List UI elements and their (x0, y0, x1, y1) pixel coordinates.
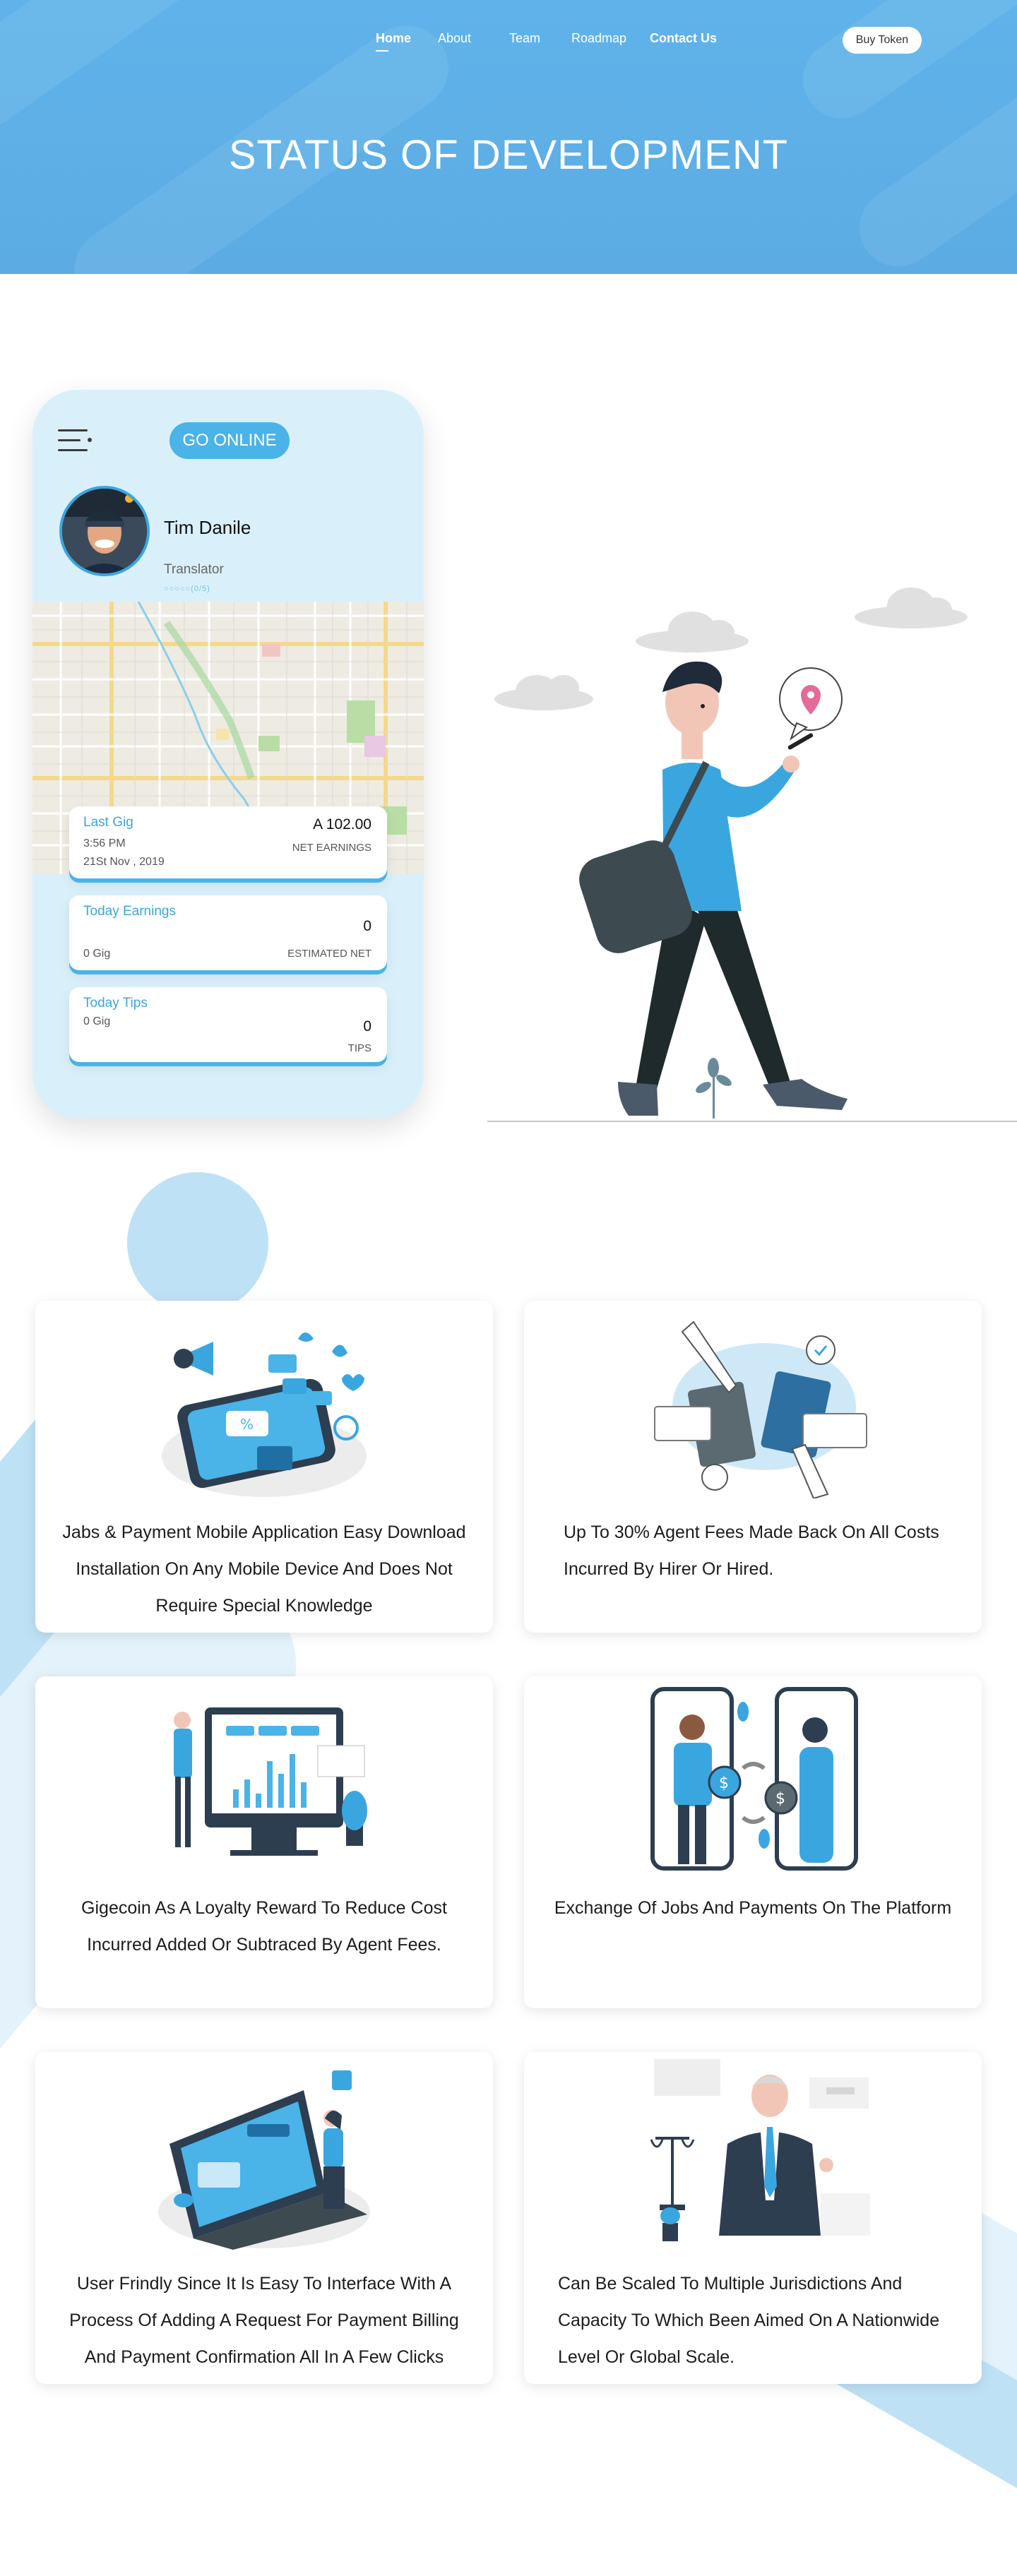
phones-payment-illustration: $ $ (650, 1687, 858, 1871)
phone-mockup: GO ONLINE Tim Danile Translator ○○○○○(0/… (32, 390, 424, 1119)
feature-line: Capacity To Which Been Aimed On A Nation… (558, 2310, 940, 2330)
feature-line: Jabs & Payment Mobile Application Easy D… (62, 1522, 466, 1542)
feature-text: Can Be Scaled To Multiple Jurisdictions … (558, 2265, 958, 2375)
estimated-net-label: ESTIMATED NET (287, 948, 371, 960)
feature-card-6: Can Be Scaled To Multiple Jurisdictions … (524, 2052, 982, 2384)
today-earnings-card[interactable]: Today Earnings 0 0 Gig ESTIMATED NET (69, 895, 387, 970)
profile-role: Translator (164, 562, 224, 577)
feature-line: Installation On Any Mobile Device And Do… (76, 1559, 453, 1579)
feature-card-2: Up To 30% Agent Fees Made Back On All Co… (524, 1301, 982, 1633)
go-online-button[interactable]: GO ONLINE (170, 422, 290, 459)
feature-line: Up To 30% Agent Fees Made Back On All Co… (564, 1522, 939, 1542)
tips-label: TIPS (347, 1042, 371, 1054)
feature-card-5: User Frindly Since It Is Easy To Interfa… (35, 2052, 493, 2384)
avatar (59, 486, 150, 576)
today-earnings-gigs: 0 Gig (83, 948, 111, 960)
feature-line: User Frindly Since It Is Easy To Interfa… (76, 2274, 452, 2294)
rating-stars: ○○○○○(0/5) (164, 585, 210, 593)
nav-home[interactable]: Home (376, 31, 411, 52)
hero-section: Home About Team Roadmap Contact Us Buy T… (0, 0, 1017, 274)
nav-roadmap[interactable]: Roadmap (571, 31, 626, 46)
main-nav: Home About Team Roadmap Contact Us Buy T… (0, 27, 1017, 54)
feature-line: Require Special Knowledge (155, 1596, 373, 1616)
feature-text: Jabs & Payment Mobile Application Easy D… (59, 1514, 469, 1624)
feature-text: Gigecoin As A Loyalty Reward To Reduce C… (59, 1890, 469, 1963)
svg-text:%: % (240, 1416, 254, 1433)
today-tips-gigs: 0 Gig (83, 1015, 111, 1027)
feature-line: Can Be Scaled To Multiple Jurisdictions … (558, 2274, 903, 2294)
money-exchange-illustration (654, 1320, 867, 1498)
feature-text: Exchange Of Jobs And Payments On The Pla… (548, 1890, 958, 1926)
walking-man-illustration (480, 579, 1017, 1130)
today-tips-card[interactable]: Today Tips 0 Gig 0 TIPS (69, 987, 387, 1062)
page-title: STATUS OF DEVELOPMENT (228, 132, 789, 178)
today-earnings-label: Today Earnings (83, 904, 176, 919)
feature-line: Incurred By Hirer Or Hired. (564, 1559, 774, 1579)
today-earnings-value: 0 (363, 918, 371, 934)
nav-contact-us[interactable]: Contact Us (650, 31, 717, 46)
feature-line: And Payment Confirmation All In A Few Cl… (84, 2347, 444, 2367)
laptop-interface-illustration (158, 2070, 370, 2250)
feature-line: Level Or Global Scale. (558, 2347, 735, 2367)
last-gig-amount: A 102.00 (313, 816, 371, 833)
feature-card-1: % Jabs & Payment Mobile Application Easy… (35, 1301, 493, 1633)
background-decoration (127, 1172, 268, 1313)
feature-line: Gigecoin As A Loyalty Reward To Reduce C… (81, 1898, 447, 1918)
feature-line: Incurred Added Or Subtraced By Agent Fee… (87, 1935, 441, 1955)
nav-team[interactable]: Team (509, 31, 540, 46)
feature-line: Exchange Of Jobs And Payments On The Pla… (554, 1898, 952, 1918)
last-gig-date: 21St Nov , 2019 (83, 856, 165, 868)
feature-card-3: Gigecoin As A Loyalty Reward To Reduce C… (35, 1676, 493, 2008)
feature-card-4: $ $ Exchange Of Jobs And Payments On The… (524, 1676, 982, 2008)
net-earnings-label: NET EARNINGS (292, 842, 371, 854)
feature-text: User Frindly Since It Is Easy To Interfa… (59, 2265, 469, 2375)
today-tips-value: 0 (363, 1018, 371, 1034)
nav-about[interactable]: About (438, 31, 471, 46)
analytics-screen-illustration (174, 1707, 367, 1856)
last-gig-card[interactable]: Last Gig A 102.00 3:56 PM 21St Nov , 201… (69, 806, 387, 878)
phone-marketing-illustration: % (162, 1332, 367, 1497)
last-gig-time: 3:56 PM (83, 837, 126, 849)
buy-token-button[interactable]: Buy Token (843, 27, 922, 54)
today-tips-label: Today Tips (83, 996, 148, 1010)
profile-name: Tim Danile (164, 517, 251, 538)
lawyer-illustration (650, 2059, 870, 2241)
last-gig-label: Last Gig (83, 815, 133, 830)
menu-icon[interactable] (58, 429, 92, 453)
feature-text: Up To 30% Agent Fees Made Back On All Co… (564, 1514, 958, 1587)
svg-text:$: $ (775, 1790, 785, 1808)
hero-decoration (787, 0, 1017, 134)
feature-line: Process Of Adding A Request For Payment … (69, 2310, 459, 2330)
svg-text:$: $ (719, 1775, 729, 1792)
